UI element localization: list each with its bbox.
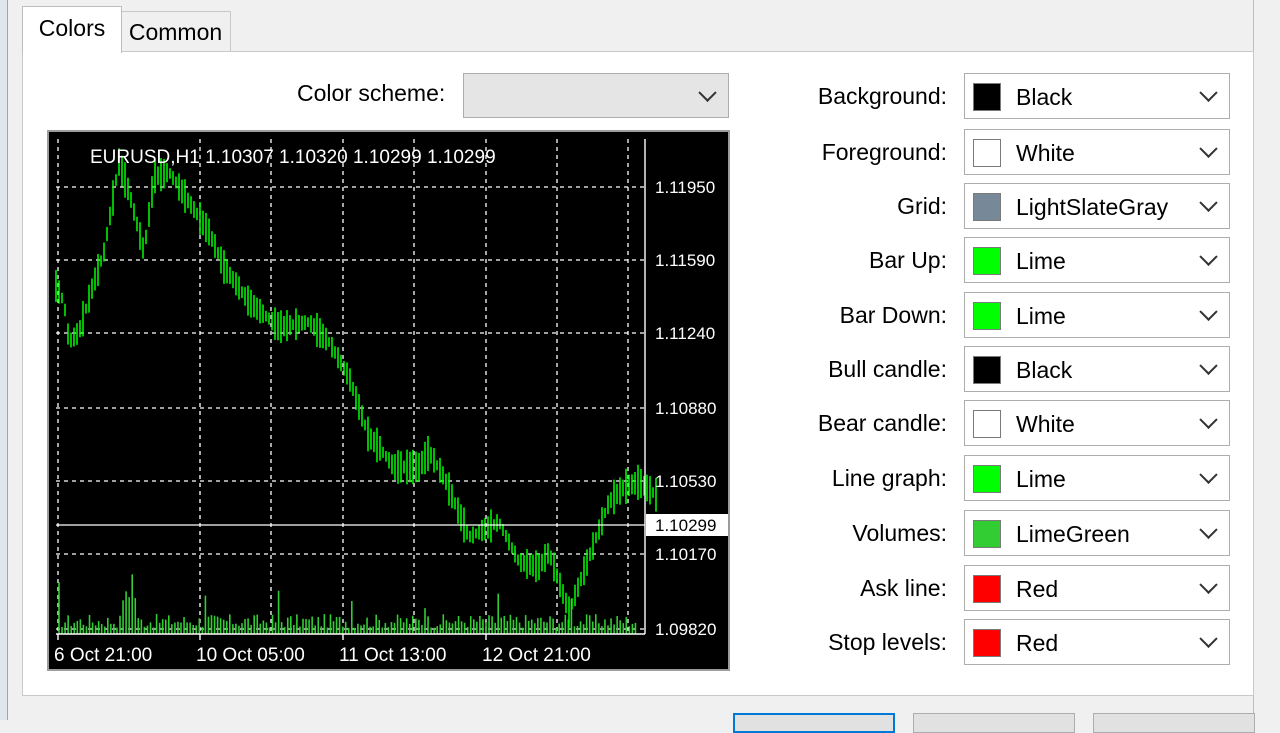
color-dropdown[interactable]: Black bbox=[964, 73, 1230, 119]
setting-label: Bar Down: bbox=[839, 302, 947, 328]
chart-preview: 1.11950 1.11590 1.11240 1.10880 1.10530 1.101… bbox=[47, 130, 730, 671]
chart-volumes bbox=[58, 574, 637, 634]
time-axis-label: 10 Oct 05:00 bbox=[196, 645, 305, 666]
color-swatch bbox=[973, 520, 1001, 548]
color-swatch bbox=[973, 465, 1001, 493]
chevron-down-icon bbox=[1199, 247, 1218, 266]
color-name: Black bbox=[1016, 357, 1073, 383]
time-axis-label: 6 Oct 21:00 bbox=[54, 645, 152, 666]
setting-label: Grid: bbox=[897, 193, 947, 219]
window-right-edge bbox=[1253, 0, 1280, 720]
ok-button[interactable] bbox=[733, 713, 895, 733]
chevron-down-icon bbox=[1199, 410, 1218, 429]
setting-label: Ask line: bbox=[860, 575, 947, 601]
color-dropdown[interactable]: Black bbox=[964, 346, 1230, 392]
chevron-down-icon bbox=[1199, 520, 1218, 539]
setting-label: Line graph: bbox=[831, 465, 947, 491]
time-axis-label: 11 Oct 13:00 bbox=[339, 645, 446, 666]
tab-colors[interactable]: Colors bbox=[22, 6, 122, 53]
chevron-down-icon bbox=[1199, 193, 1218, 212]
color-name: White bbox=[1016, 411, 1075, 437]
price-axis-label: 1.10170 bbox=[655, 545, 716, 564]
color-swatch bbox=[973, 629, 1001, 657]
tab-common[interactable]: Common bbox=[120, 11, 231, 52]
chevron-down-icon bbox=[1199, 575, 1218, 594]
color-dropdown[interactable]: Lime bbox=[964, 292, 1230, 338]
color-dropdown[interactable]: Red bbox=[964, 619, 1230, 665]
reset-button[interactable] bbox=[1093, 713, 1255, 733]
color-dropdown[interactable]: Lime bbox=[964, 455, 1230, 501]
chart-price-bars bbox=[55, 148, 657, 628]
color-dropdown[interactable]: Red bbox=[964, 565, 1230, 611]
setting-label: Background: bbox=[817, 83, 947, 109]
color-name: Lime bbox=[1016, 466, 1066, 492]
color-scheme-label: Color scheme: bbox=[297, 80, 446, 106]
chevron-down-icon bbox=[1199, 139, 1218, 158]
cancel-button[interactable] bbox=[913, 713, 1075, 733]
color-name: LightSlateGray bbox=[1016, 194, 1169, 220]
color-dropdown[interactable]: White bbox=[964, 129, 1230, 175]
setting-label: Bear candle: bbox=[817, 410, 947, 436]
color-swatch bbox=[973, 410, 1001, 438]
setting-label: Bar Up: bbox=[869, 247, 947, 273]
color-name: Lime bbox=[1016, 248, 1066, 274]
chevron-down-icon bbox=[1199, 629, 1218, 648]
color-name: Red bbox=[1016, 576, 1059, 602]
chart-axes: 1.119501.115901.112401.108801.105301.101… bbox=[54, 139, 728, 666]
chevron-down-icon bbox=[1199, 83, 1218, 102]
color-name: Black bbox=[1016, 84, 1073, 110]
color-name: LimeGreen bbox=[1016, 521, 1130, 547]
chart-symbol-info: EURUSD,H1 1.10307 1.10320 1.10299 1.1029… bbox=[90, 147, 496, 168]
setting-label: Bull candle: bbox=[828, 356, 947, 382]
window-left-edge bbox=[0, 0, 8, 720]
color-dropdown[interactable]: White bbox=[964, 400, 1230, 446]
color-swatch bbox=[973, 139, 1001, 167]
chart-canvas: 1.119501.115901.112401.108801.105301.101… bbox=[54, 139, 728, 666]
setting-label: Volumes: bbox=[852, 520, 947, 546]
color-swatch bbox=[973, 302, 1001, 330]
color-dropdown[interactable]: LimeGreen bbox=[964, 510, 1230, 556]
time-axis-label: 12 Oct 21:00 bbox=[482, 645, 591, 666]
color-swatch bbox=[973, 193, 1001, 221]
setting-label: Foreground: bbox=[821, 139, 947, 165]
color-name: Red bbox=[1016, 630, 1059, 656]
color-name: White bbox=[1016, 140, 1075, 166]
color-dropdown[interactable]: LightSlateGray bbox=[964, 183, 1230, 229]
chevron-down-icon bbox=[1199, 302, 1218, 321]
color-name: Lime bbox=[1016, 303, 1066, 329]
color-swatch bbox=[973, 356, 1001, 384]
color-swatch bbox=[973, 83, 1001, 111]
setting-label: Stop levels: bbox=[828, 629, 947, 655]
chevron-down-icon bbox=[1199, 356, 1218, 375]
color-swatch bbox=[973, 575, 1001, 603]
chevron-down-icon bbox=[1199, 465, 1218, 484]
color-swatch bbox=[973, 247, 1001, 275]
color-dropdown[interactable]: Lime bbox=[964, 237, 1230, 283]
